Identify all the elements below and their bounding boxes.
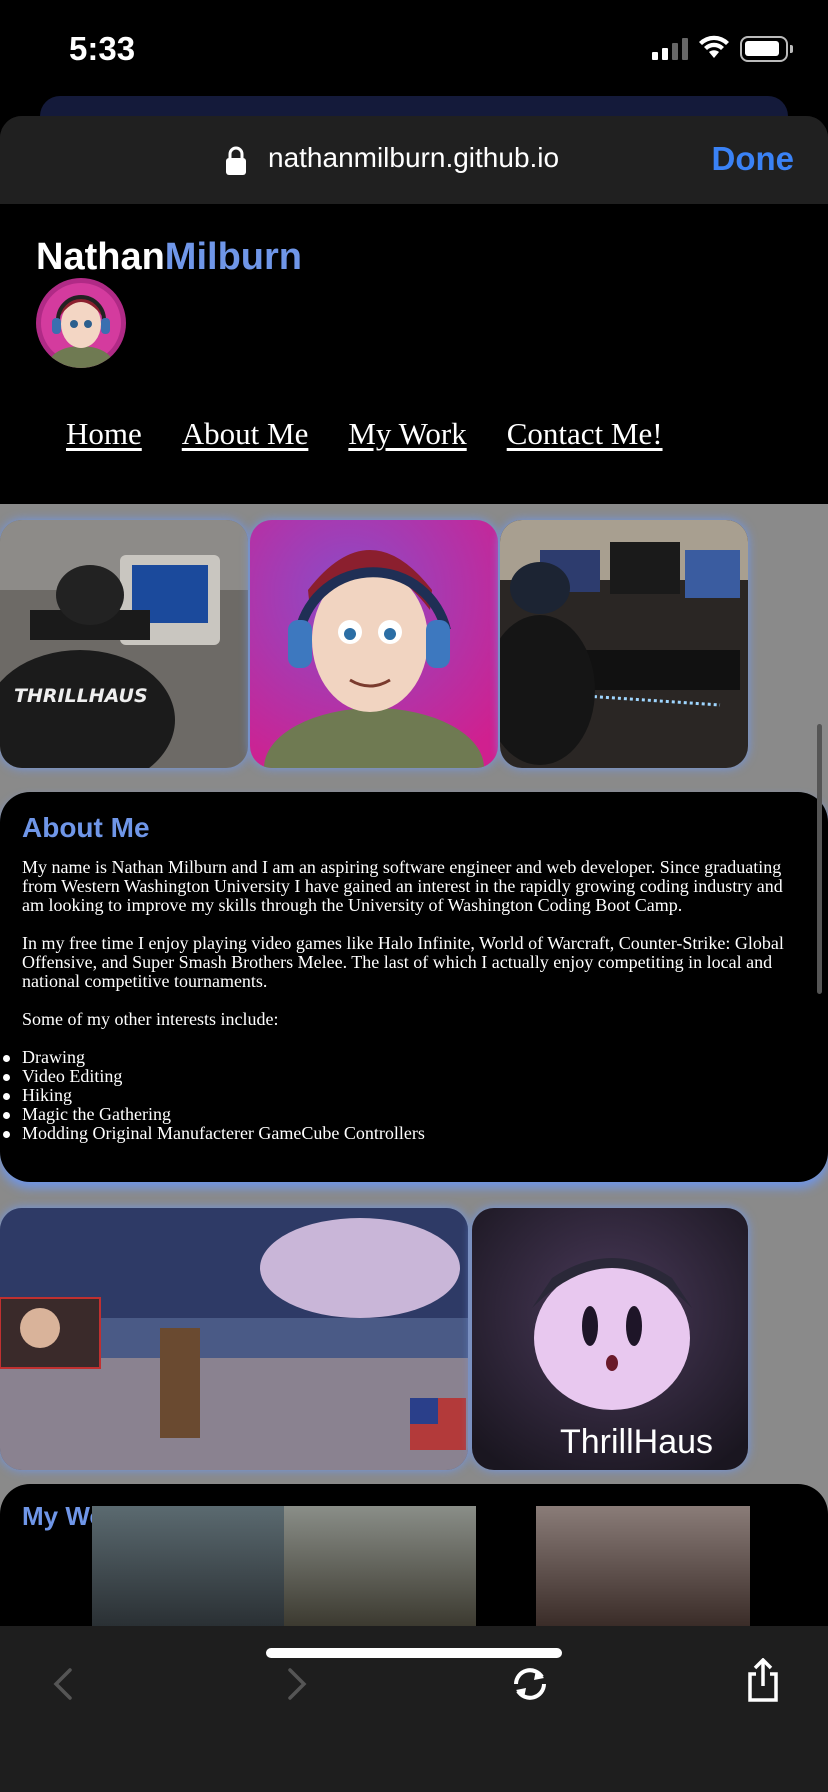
avatar <box>36 278 126 368</box>
work-section: My Work <box>0 1484 828 1626</box>
about-title: About Me <box>22 812 150 843</box>
work-thumbnail[interactable] <box>536 1506 750 1626</box>
about-paragraph: Some of my other interests include: <box>22 1009 279 1029</box>
site-brand: NathanMilburn <box>36 236 302 279</box>
kirby-banner-text: ThrillHaus <box>560 1423 713 1461</box>
about-paragraph: My name is Nathan Milburn and I am an as… <box>22 857 783 915</box>
interests-list: Drawing Video Editing Hiking Magic the G… <box>3 1048 806 1143</box>
lock-icon <box>226 146 246 175</box>
brand-last: Milburn <box>164 236 302 278</box>
url-text[interactable]: nathanmilburn.github.io <box>268 142 559 174</box>
url-bar: nathanmilburn.github.io Done <box>0 116 828 204</box>
list-item: Magic the Gathering <box>3 1105 806 1124</box>
about-paragraph: In my free time I enjoy playing video ga… <box>22 933 784 991</box>
jersey-text: THRILLHAUS <box>14 685 148 707</box>
list-item: Drawing <box>3 1048 806 1067</box>
list-item: Video Editing <box>3 1067 806 1086</box>
site-header: NathanMilburn Home About Me My Work Cont… <box>0 204 828 504</box>
nav-contact-me[interactable]: Contact Me! <box>507 416 663 452</box>
web-page: NathanMilburn Home About Me My Work Cont… <box>0 204 828 1626</box>
forward-icon[interactable] <box>284 1666 310 1702</box>
home-indicator[interactable] <box>266 1648 562 1658</box>
photo-stream-screenshot <box>0 1208 468 1470</box>
work-thumbnail[interactable] <box>284 1506 476 1626</box>
photo-tournament-jersey: THRILLHAUS <box>0 520 248 768</box>
photo-kirby-banner: ThrillHaus <box>472 1208 748 1470</box>
nav-about-me[interactable]: About Me <box>182 416 309 452</box>
work-thumbnail[interactable] <box>92 1506 284 1626</box>
brand-first: Nathan <box>36 236 165 278</box>
battery-icon <box>740 36 793 62</box>
page-scrollbar[interactable] <box>817 724 822 994</box>
nav-home[interactable]: Home <box>66 416 142 452</box>
browser-sheet: nathanmilburn.github.io Done NathanMilbu… <box>0 116 828 1792</box>
cellular-signal-icon <box>652 38 688 60</box>
site-nav: Home About Me My Work Contact Me! <box>66 416 663 452</box>
wifi-icon <box>699 35 729 58</box>
status-bar: 5:33 <box>0 0 828 100</box>
done-button[interactable]: Done <box>712 140 795 178</box>
list-item: Hiking <box>3 1086 806 1105</box>
photo-gaming-setup <box>500 520 748 768</box>
status-time: 5:33 <box>69 30 136 67</box>
share-icon[interactable] <box>744 1658 782 1702</box>
list-item: Modding Original Manufacterer GameCube C… <box>3 1124 806 1143</box>
photo-cartoon-avatar <box>250 520 498 768</box>
back-icon[interactable] <box>50 1666 76 1702</box>
reload-icon[interactable] <box>508 1664 552 1704</box>
nav-my-work[interactable]: My Work <box>348 416 466 452</box>
about-section: About Me My name is Nathan Milburn and I… <box>0 792 828 1182</box>
